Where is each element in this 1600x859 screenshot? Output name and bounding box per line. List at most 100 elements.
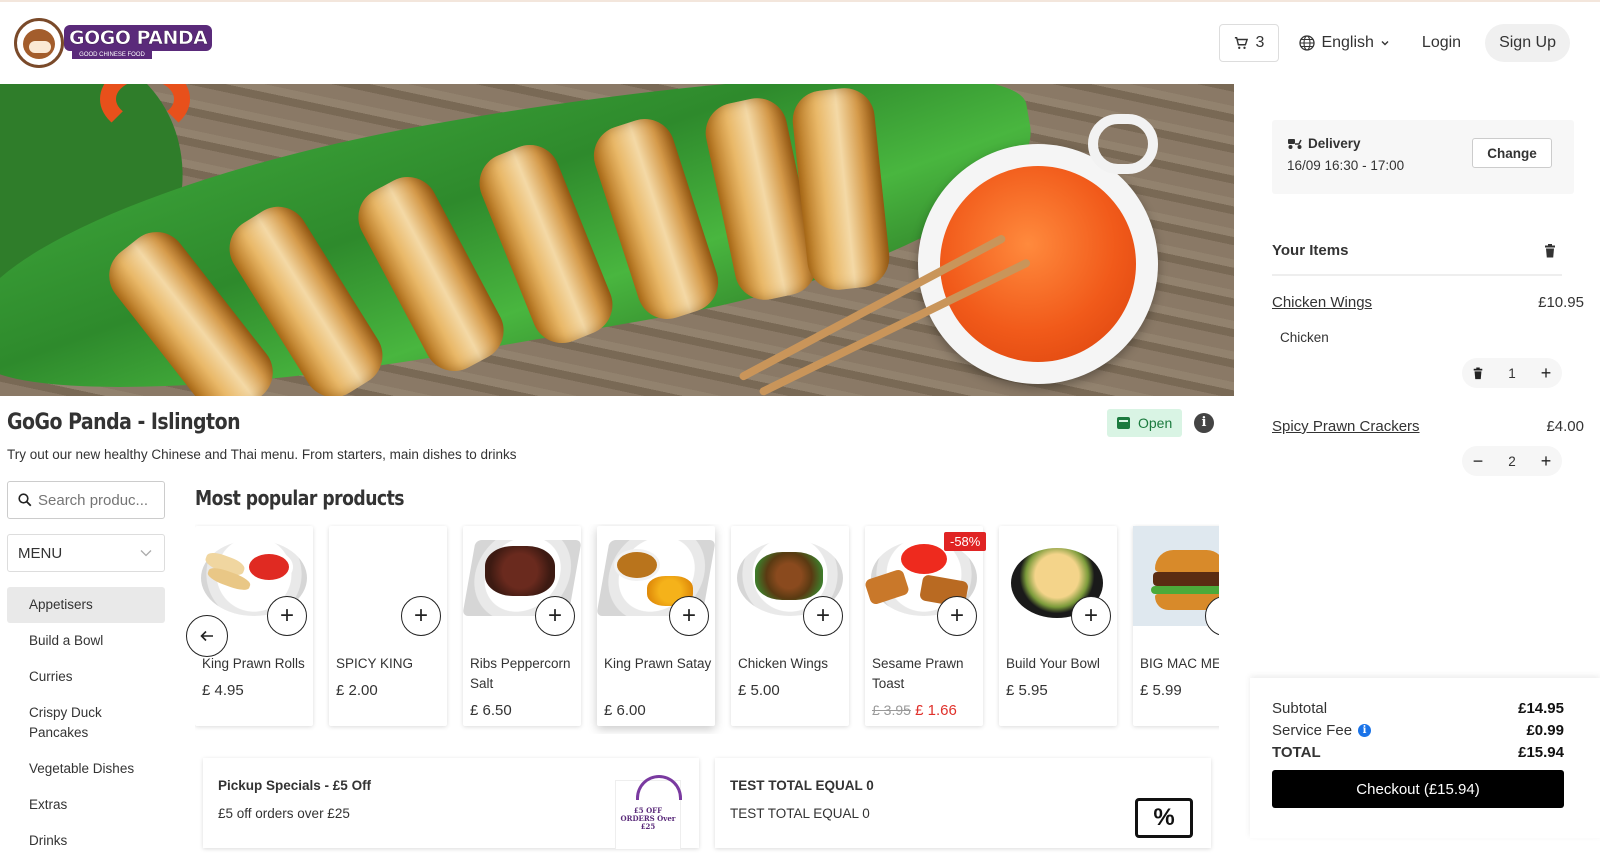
increase-quantity-button[interactable]: + <box>1534 361 1558 385</box>
cart-item-name[interactable]: Chicken Wings <box>1272 294 1372 311</box>
delivery-slot: 16/09 16:30 - 17:00 <box>1287 158 1405 173</box>
divider <box>1272 274 1562 276</box>
product-card[interactable]: + Ribs Peppercorn Salt £ 6.50 <box>463 526 581 726</box>
product-name: Ribs Peppercorn Salt <box>470 656 571 691</box>
service-fee-value: £0.99 <box>1526 722 1564 739</box>
panda-mascot-icon <box>14 18 64 68</box>
add-to-cart-button[interactable]: + <box>803 596 843 636</box>
open-status-label: Open <box>1138 415 1173 431</box>
discount-badge: -58% <box>944 532 987 551</box>
product-price: £ 4.95 <box>202 682 244 699</box>
signup-button[interactable]: Sign Up <box>1485 24 1570 62</box>
add-to-cart-button[interactable]: + <box>401 596 441 636</box>
subtotal-value: £14.95 <box>1518 700 1564 717</box>
product-old-price: £ 3.95 <box>872 702 911 718</box>
product-card[interactable]: + BIG MAC ME £ 5.99 <box>1133 526 1219 726</box>
cart-count: 3 <box>1255 34 1265 51</box>
total-label: TOTAL <box>1272 744 1321 761</box>
product-card[interactable]: + SPICY KING £ 2.00 <box>329 526 447 726</box>
site-header: GOGO PANDA GOOD CHINESE FOOD 3 English L… <box>0 2 1600 84</box>
increase-quantity-button[interactable]: + <box>1534 449 1558 473</box>
cart-item-price: £10.95 <box>1538 294 1584 311</box>
promo-card[interactable]: Pickup Specials - £5 Off £5 off orders o… <box>203 758 699 850</box>
category-item-extras[interactable]: Extras <box>7 787 165 823</box>
cart-item-option: Chicken <box>1280 330 1329 345</box>
promo-description: TEST TOTAL EQUAL 0 <box>730 806 870 821</box>
delivery-scooter-icon <box>1288 139 1302 149</box>
product-price: £ 5.99 <box>1140 682 1182 699</box>
menu-dropdown-label: MENU <box>18 544 63 562</box>
store-info-icon[interactable]: i <box>1194 413 1214 433</box>
add-to-cart-button[interactable]: + <box>937 596 977 636</box>
remove-item-trash-icon[interactable] <box>1466 361 1490 385</box>
product-card[interactable]: -58% + Sesame Prawn Toast £ 3.95 £ 1.66 <box>865 526 987 726</box>
product-price: £ 6.50 <box>470 702 512 719</box>
product-price: £ 6.00 <box>604 702 646 719</box>
product-search[interactable] <box>7 481 165 519</box>
language-select[interactable]: English <box>1291 24 1397 62</box>
your-items-title: Your Items <box>1272 242 1349 259</box>
quantity-value: 1 <box>1508 365 1516 381</box>
category-item-drinks[interactable]: Drinks <box>7 823 165 859</box>
add-to-cart-button[interactable]: + <box>535 596 575 636</box>
product-card[interactable]: + Build Your Bowl £ 5.95 <box>999 526 1117 726</box>
cart-item-name[interactable]: Spicy Prawn Crackers <box>1272 418 1420 435</box>
order-totals: Subtotal £14.95 Service Fee i £0.99 TOTA… <box>1250 678 1600 838</box>
chevron-down-icon <box>140 550 152 557</box>
cart-button[interactable]: 3 <box>1218 24 1280 62</box>
product-price: £ 5.95 <box>1006 682 1048 699</box>
popular-products-carousel: + King Prawn Rolls £ 4.95 + SPICY KING £… <box>195 524 1219 734</box>
promo-bag-image: £5 OFF ORDERS Over £25 <box>615 775 682 850</box>
store-title: GoGo Panda - Islington <box>7 410 241 435</box>
language-label: English <box>1321 34 1374 51</box>
product-card[interactable]: + King Prawn Satay £ 6.00 <box>597 526 715 726</box>
add-to-cart-button[interactable]: + <box>669 596 709 636</box>
cart-icon <box>1234 37 1248 49</box>
clear-cart-trash-icon[interactable] <box>1543 244 1557 258</box>
logo-wordmark: GOGO PANDA <box>64 25 213 51</box>
change-delivery-button[interactable]: Change <box>1472 138 1552 168</box>
carousel-prev-button[interactable] <box>186 615 228 657</box>
hero-banner-image <box>0 84 1234 396</box>
add-to-cart-button[interactable]: + <box>1071 596 1111 636</box>
add-to-cart-button[interactable]: + <box>267 596 307 636</box>
arrow-left-icon <box>200 630 213 642</box>
login-link[interactable]: Login <box>1410 24 1473 62</box>
category-item-build-a-bowl[interactable]: Build a Bowl <box>7 623 165 659</box>
product-name: Build Your Bowl <box>1006 656 1100 671</box>
promo-card[interactable]: TEST TOTAL EQUAL 0 TEST TOTAL EQUAL 0 % <box>715 758 1211 848</box>
popular-products-title: Most popular products <box>195 486 405 510</box>
category-item-appetisers[interactable]: Appetisers <box>7 587 165 623</box>
menu-dropdown[interactable]: MENU <box>7 534 165 572</box>
promo-title: TEST TOTAL EQUAL 0 <box>730 778 874 793</box>
product-name: Sesame Prawn Toast <box>872 656 964 691</box>
search-input[interactable] <box>38 491 156 509</box>
delivery-info: Delivery 16/09 16:30 - 17:00 Change <box>1272 120 1574 194</box>
product-name: King Prawn Satay <box>604 656 712 671</box>
subtotal-label: Subtotal <box>1272 700 1328 717</box>
product-name: SPICY KING <box>336 656 414 671</box>
discount-ticket-icon: % <box>1135 798 1193 838</box>
total-value: £15.94 <box>1518 744 1564 761</box>
store-description: Try out our new healthy Chinese and Thai… <box>7 447 517 462</box>
cart-item-price: £4.00 <box>1546 418 1584 435</box>
delivery-mode: Delivery <box>1308 136 1361 151</box>
category-item-vegetable-dishes[interactable]: Vegetable Dishes <box>7 751 165 787</box>
brand-logo[interactable]: GOGO PANDA GOOD CHINESE FOOD <box>14 18 213 68</box>
decrease-quantity-button[interactable]: − <box>1466 449 1490 473</box>
service-fee-info-icon[interactable]: i <box>1358 724 1372 737</box>
category-item-curries[interactable]: Curries <box>7 659 165 695</box>
globe-icon <box>1299 35 1316 51</box>
store-icon <box>1117 417 1130 429</box>
search-icon <box>18 493 32 507</box>
product-price: £ 1.66 <box>915 702 957 719</box>
open-status-badge: Open <box>1107 409 1183 437</box>
quantity-stepper: 1 + <box>1462 358 1562 388</box>
product-card[interactable]: + Chicken Wings £ 5.00 <box>731 526 849 726</box>
promo-title: Pickup Specials - £5 Off <box>218 778 372 793</box>
service-fee-label: Service Fee <box>1272 722 1353 739</box>
product-name: BIG MAC ME <box>1140 656 1219 671</box>
quantity-stepper: − 2 + <box>1462 446 1562 476</box>
category-item-crispy-duck-pancakes[interactable]: Crispy Duck Pancakes <box>7 695 165 751</box>
checkout-button[interactable]: Checkout (£15.94) <box>1272 770 1564 808</box>
